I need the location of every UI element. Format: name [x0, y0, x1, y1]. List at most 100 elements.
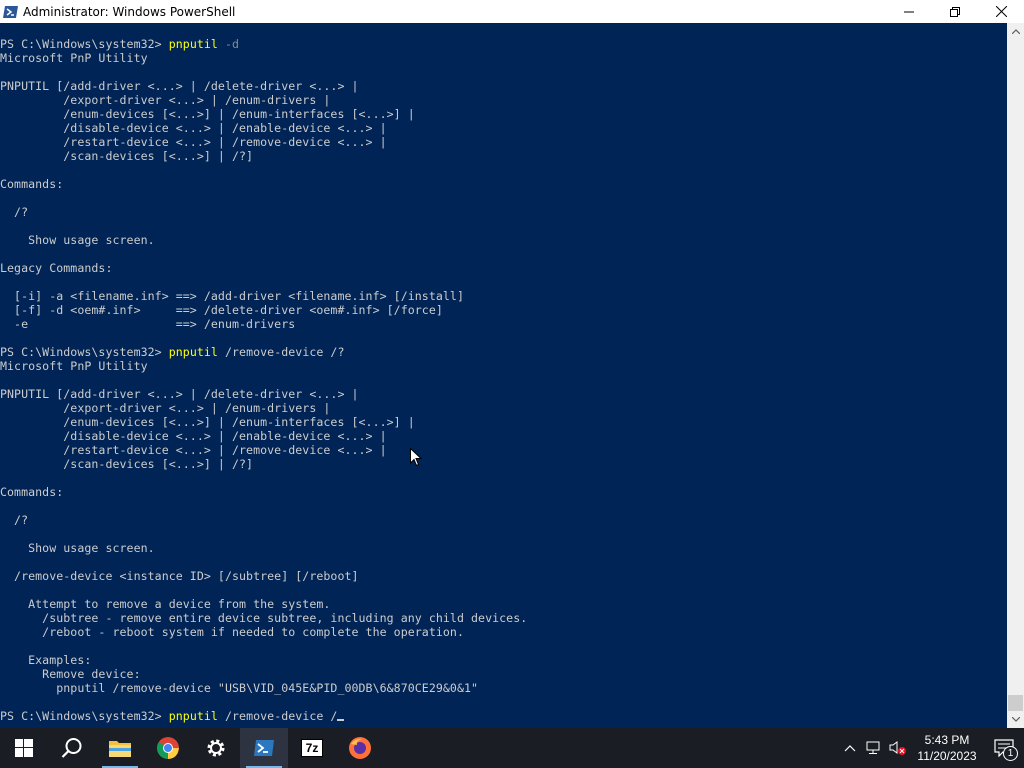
output-line: Microsoft PnP Utility: [0, 51, 148, 65]
window-title: Administrator: Windows PowerShell: [23, 4, 236, 19]
console-output[interactable]: PS C:\Windows\system32> pnputil -d Micros…: [0, 23, 1007, 728]
output-line: /scan-devices [<...>] | /?]: [0, 457, 254, 471]
settings-button[interactable]: [192, 728, 240, 768]
notification-badge: 1: [1003, 746, 1018, 761]
close-icon: [995, 6, 1007, 17]
title-bar: Administrator: Windows PowerShell: [0, 0, 1024, 23]
prompt-line: PS C:\Windows\system32> pnputil /remove-…: [0, 345, 527, 359]
output-line: Commands:: [0, 485, 64, 499]
7zip-button[interactable]: 7z: [288, 728, 336, 768]
taskbar: 7z 5:43 PM 11/20/2023 1: [0, 728, 1024, 768]
scroll-down-button[interactable]: [1007, 711, 1024, 728]
output-line: /remove-device <instance ID> [/subtree] …: [0, 569, 359, 583]
restore-button[interactable]: [932, 0, 978, 23]
scroll-thumb[interactable]: [1008, 695, 1023, 711]
output-line: /disable-device <...> | /enable-device <…: [0, 121, 387, 135]
search-button[interactable]: [48, 728, 96, 768]
output-line: /enum-devices [<...>] | /enum-interfaces…: [0, 107, 415, 121]
output-line: Show usage screen.: [0, 541, 155, 555]
output-line: /?: [0, 513, 29, 527]
volume-muted-icon: [889, 741, 906, 755]
output-line: /restart-device <...> | /remove-device <…: [0, 443, 387, 457]
7zip-label: 7z: [305, 741, 319, 755]
firefox-button[interactable]: [336, 728, 384, 768]
command-name: pnputil: [168, 37, 218, 51]
close-button[interactable]: [978, 0, 1024, 23]
volume-button[interactable]: [886, 728, 910, 768]
output-line: /scan-devices [<...>] | /?]: [0, 149, 254, 163]
prompt: PS C:\Windows\system32>: [0, 37, 169, 51]
output-line: [-f] -d <oem#.inf> ==> /delete-driver <o…: [0, 303, 443, 317]
output-line: Attempt to remove a device from the syst…: [0, 597, 331, 611]
clock-date: 11/20/2023: [917, 749, 977, 763]
prompt: PS C:\Windows\system32>: [0, 709, 169, 723]
output-line: /export-driver <...> | /enum-drivers |: [0, 401, 331, 415]
chevron-up-icon: [844, 744, 856, 751]
output-line: /?: [0, 205, 29, 219]
powershell-icon: [254, 740, 274, 756]
file-explorer-button[interactable]: [96, 728, 144, 768]
folder-icon: [109, 741, 131, 757]
output-line: PNPUTIL [/add-driver <...> | /delete-dri…: [0, 387, 359, 401]
output-line: /reboot - reboot system if needed to com…: [0, 625, 464, 639]
output-line: Remove device:: [0, 667, 141, 681]
command-args: /remove-device /?: [217, 345, 345, 359]
text-cursor: [337, 719, 345, 721]
powershell-icon: [3, 5, 18, 18]
command-args: /remove-device /: [217, 709, 338, 723]
scroll-up-icon: [1011, 29, 1020, 34]
restore-icon: [950, 6, 960, 17]
output-line: -e ==> /enum-drivers: [0, 317, 296, 331]
mouse-pointer-icon: [410, 448, 422, 467]
chrome-icon: [157, 737, 179, 759]
scroll-up-button[interactable]: [1007, 23, 1024, 40]
output-line: /enum-devices [<...>] | /enum-interfaces…: [0, 415, 415, 429]
windows-logo-icon: [15, 739, 33, 757]
output-line: /disable-device <...> | /enable-device <…: [0, 429, 387, 443]
minimize-button[interactable]: [886, 0, 932, 23]
output-line: Microsoft PnP Utility: [0, 359, 148, 373]
output-line: /subtree - remove entire device subtree,…: [0, 611, 528, 625]
system-tray: 5:43 PM 11/20/2023 1: [838, 728, 1024, 768]
output-line: Show usage screen.: [0, 233, 155, 247]
network-button[interactable]: [862, 728, 886, 768]
clock[interactable]: 5:43 PM 11/20/2023: [910, 728, 984, 768]
output-line: /restart-device <...> | /remove-device <…: [0, 135, 387, 149]
search-icon: [61, 738, 82, 758]
network-icon: [866, 741, 880, 754]
command-args: -d: [217, 37, 240, 51]
prompt-line: PS C:\Windows\system32> pnputil -d: [0, 37, 527, 51]
prompt: PS C:\Windows\system32>: [0, 345, 169, 359]
powershell-taskbar-button[interactable]: [240, 728, 288, 768]
console-text: PS C:\Windows\system32> pnputil -d Micros…: [0, 37, 527, 723]
vertical-scrollbar[interactable]: [1007, 23, 1024, 728]
output-line: /export-driver <...> | /enum-drivers |: [0, 93, 331, 107]
clock-time: 5:43 PM: [924, 733, 970, 747]
chrome-button[interactable]: [144, 728, 192, 768]
output-line: Legacy Commands:: [0, 261, 113, 275]
show-hidden-icons-button[interactable]: [838, 728, 862, 768]
scroll-down-icon: [1011, 717, 1020, 722]
output-line: Examples:: [0, 653, 92, 667]
gear-icon: [207, 739, 225, 757]
output-line: [-i] -a <filename.inf> ==> /add-driver <…: [0, 289, 464, 303]
7zip-icon: 7z: [301, 739, 323, 757]
command-name: pnputil: [168, 345, 218, 359]
notification-center-button[interactable]: 1: [984, 728, 1024, 768]
command-name: pnputil: [168, 709, 218, 723]
start-button[interactable]: [0, 728, 48, 768]
firefox-icon: [349, 737, 371, 759]
